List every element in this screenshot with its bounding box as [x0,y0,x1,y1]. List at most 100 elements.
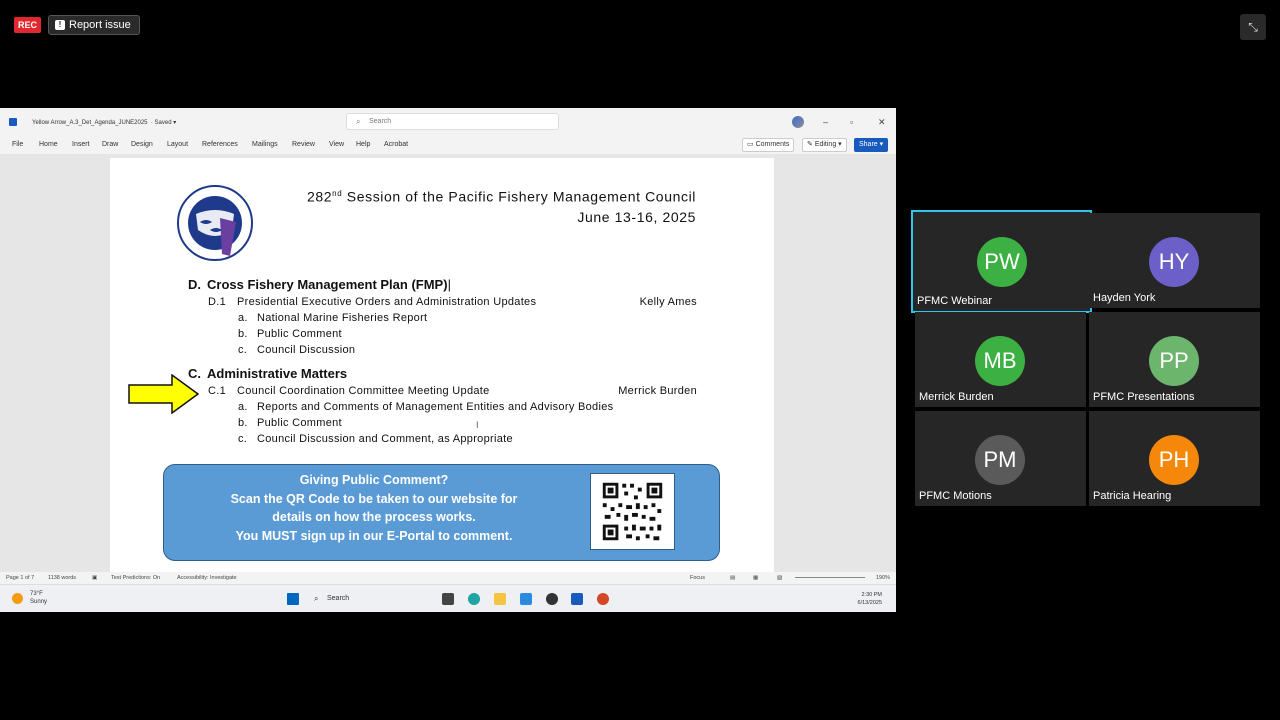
d1-subitem-b-letter: b. [238,328,248,340]
d1-subitem-c: Council Discussion [257,344,356,356]
session-dates: June 13-16, 2025 [577,208,696,225]
participant-name: Merrick Burden [919,391,994,403]
account-avatar[interactable] [792,116,804,128]
session-title: 282nd Session of the Pacific Fishery Man… [260,184,696,227]
taskbar-clock[interactable]: 2:30 PM 6/13/2025 [858,591,882,607]
weather-widget[interactable]: 73°F Sunny [30,590,47,606]
word-status-bar: Page 1 of 7 1138 words ▣ Text Prediction… [0,572,896,584]
session-title-text: Session of the Pacific Fishery Managemen… [346,188,696,205]
session-suffix: nd [332,189,343,198]
focus-button[interactable]: Focus [690,575,705,581]
avatar: HY [1149,237,1199,287]
avatar: MB [975,336,1025,386]
participant-name: PFMC Webinar [917,295,992,307]
clock-time: 2:30 PM [861,592,882,598]
weather-temp: 73°F [30,591,43,597]
tab-draw[interactable]: Draw [102,141,118,148]
word-titlebar: Yellow Arrow_A.3_Det_Agenda_JUNE2025 · S… [0,108,896,136]
tab-file[interactable]: File [12,141,23,148]
taskbar-search-label: Search [327,595,350,602]
document-page[interactable]: 282nd Session of the Pacific Fishery Man… [110,158,774,572]
c1-subitem-b: Public Comment [257,417,342,429]
windows-taskbar: 73°F Sunny ⌕ Search 2:30 PM 6/13/2025 [0,584,896,612]
participant-tile-hayden-york[interactable]: HY Hayden York [1089,213,1260,308]
close-icon[interactable]: ✕ [878,117,886,128]
session-number: 282 [306,188,333,205]
tab-help[interactable]: Help [356,141,370,148]
recording-badge: REC [14,17,42,33]
page-count[interactable]: Page 1 of 7 [6,575,34,581]
item-d1-presenter: Kelly Ames [639,296,697,308]
zoom-slider[interactable] [795,577,865,578]
tab-home[interactable]: Home [39,141,58,148]
weather-condition: Sunny [30,599,48,605]
proofing-icon[interactable]: ▣ [92,575,97,581]
task-view-icon[interactable] [442,593,454,605]
qr-code-icon [590,473,675,550]
text-predictions[interactable]: Text Predictions: On [111,575,160,581]
tab-design[interactable]: Design [131,141,153,148]
app-r-icon[interactable] [520,593,532,605]
web-layout-icon[interactable]: ▧ [777,575,782,581]
read-mode-icon[interactable]: ▤ [730,575,735,581]
section-d-heading: D. Cross Fishery Management Plan (FMP)| [188,277,451,292]
public-comment-banner: Giving Public Comment? Scan the QR Code … [163,464,720,561]
share-button[interactable]: Share ▾ [854,138,889,152]
tab-insert[interactable]: Insert [72,141,90,148]
participant-tile-merrick-burden[interactable]: MB Merrick Burden [915,312,1086,407]
participant-tile-pfmc-motions[interactable]: PM PFMC Motions [915,411,1086,506]
word-taskbar-icon[interactable] [571,593,583,605]
participant-name: PFMC Presentations [1093,391,1195,403]
yellow-arrow-icon [128,374,200,414]
banner-text: Giving Public Comment? Scan the QR Code … [230,473,518,543]
participant-name: Patricia Hearing [1093,490,1172,502]
meeting-window: REC ! Report issue ⤡ Yellow Arrow_A.3_De… [0,0,1280,720]
accessibility-status[interactable]: Accessibility: Investigate [177,575,237,581]
editing-button[interactable]: ✎ Editing ▾ [802,138,847,152]
section-c-heading: C. Administrative Matters [188,366,348,381]
clock-app-icon[interactable] [546,593,558,605]
taskbar-search[interactable]: ⌕ Search [311,592,433,606]
tab-view[interactable]: View [329,141,344,148]
clock-date: 6/13/2025 [857,600,882,606]
tab-acrobat[interactable]: Acrobat [384,141,408,148]
word-count[interactable]: 1138 words [48,575,76,581]
c1-subitem-c-letter: c. [238,433,248,445]
edge-icon[interactable] [468,593,480,605]
minimize-icon[interactable]: – [823,117,828,127]
recording-label: REC [18,20,38,30]
comments-button[interactable]: ▭ Comments [742,138,795,152]
print-layout-icon[interactable]: ▦ [753,575,758,581]
powerpoint-taskbar-icon[interactable] [597,593,609,605]
ribbon-tabs: File Home Insert Draw Design Layout Refe… [0,136,896,154]
collapse-icon[interactable]: ⤡ [1240,14,1266,40]
tab-layout[interactable]: Layout [167,141,188,148]
avatar: PH [1149,435,1199,485]
shared-screen: Yellow Arrow_A.3_Det_Agenda_JUNE2025 · S… [0,108,896,612]
document-canvas: 282nd Session of the Pacific Fishery Man… [0,154,896,572]
taskbar-search-icon: ⌕ [314,594,319,603]
d1-subitem-c-letter: c. [238,344,248,356]
participant-name: PFMC Motions [919,490,992,502]
tab-review[interactable]: Review [292,141,315,148]
d1-subitem-a: National Marine Fisheries Report [257,312,428,324]
item-c1-presenter: Merrick Burden [618,385,697,397]
participant-tile-pfmc-presentations[interactable]: PP PFMC Presentations [1089,312,1260,407]
tab-mailings[interactable]: Mailings [252,141,278,148]
participant-tile-pfmc-webinar[interactable]: PW PFMC Webinar [911,210,1092,313]
windows-start-icon[interactable] [287,593,299,605]
avatar: PW [977,237,1027,287]
weather-icon[interactable] [12,593,23,604]
c1-subitem-a: Reports and Comments of Management Entit… [257,401,614,413]
c1-subitem-c: Council Discussion and Comment, as Appro… [257,433,513,445]
zoom-level[interactable]: 190% [876,575,890,581]
item-c1-number: C.1 [208,385,227,397]
restore-icon[interactable]: ▫ [850,117,853,127]
document-name: Yellow Arrow_A.3_Det_Agenda_JUNE2025 · S… [32,120,177,126]
report-issue-button[interactable]: ! Report issue [48,15,140,35]
word-search-input[interactable]: ⌕ Search [346,113,559,130]
file-explorer-icon[interactable] [494,593,506,605]
participant-tile-patricia-hearing[interactable]: PH Patricia Hearing [1089,411,1260,506]
avatar: PM [975,435,1025,485]
tab-references[interactable]: References [202,141,238,148]
